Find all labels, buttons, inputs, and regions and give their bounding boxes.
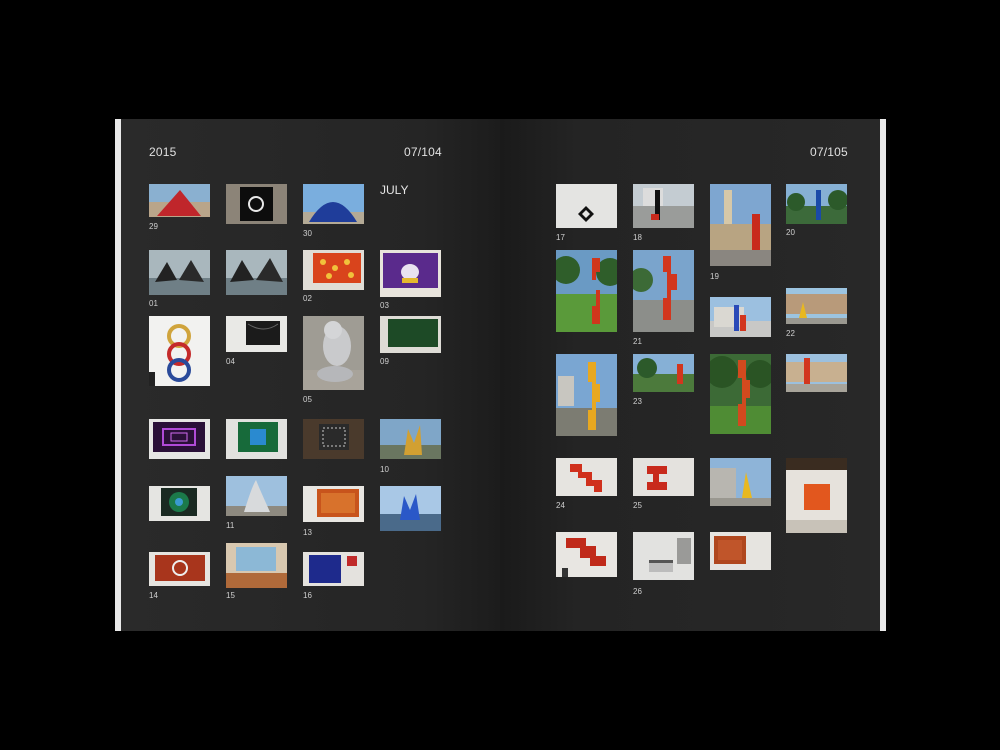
photo-thumbnail — [556, 458, 617, 496]
photo-thumbnail — [303, 250, 364, 290]
photo-thumbnail — [303, 552, 364, 586]
photo-thumbnail — [786, 288, 847, 324]
photo-thumbnail — [226, 316, 287, 352]
date-caption: 04 — [226, 357, 235, 366]
date-caption: 10 — [380, 465, 389, 474]
date-caption: 03 — [380, 301, 389, 310]
date-caption: 30 — [303, 229, 312, 238]
date-caption: 23 — [633, 397, 642, 406]
photo-thumbnail — [710, 532, 771, 570]
photo-thumbnail — [149, 552, 210, 586]
date-caption: 02 — [303, 294, 312, 303]
photo-thumbnail — [303, 419, 364, 459]
photo-thumbnail — [556, 184, 617, 228]
photo-thumbnail — [633, 354, 694, 392]
date-caption: 17 — [556, 233, 565, 242]
photo-thumbnail — [786, 354, 847, 392]
date-caption: 13 — [303, 528, 312, 537]
photo-thumbnail — [556, 354, 617, 436]
year-label: 2015 — [149, 145, 177, 159]
photo-thumbnail — [303, 184, 364, 224]
photo-thumbnail — [380, 486, 441, 531]
date-caption: 29 — [149, 222, 158, 231]
photo-thumbnail — [556, 532, 617, 577]
date-caption: 22 — [786, 329, 795, 338]
photo-thumbnail — [786, 184, 847, 224]
photo-thumbnail — [786, 458, 847, 533]
photo-thumbnail — [149, 316, 210, 386]
date-caption: 26 — [633, 587, 642, 596]
date-caption: 25 — [633, 501, 642, 510]
page-edge-right — [880, 119, 886, 631]
photo-thumbnail — [303, 316, 364, 390]
photo-thumbnail — [226, 184, 287, 224]
photo-thumbnail — [149, 250, 210, 295]
photo-thumbnail — [226, 476, 287, 516]
photo-thumbnail — [710, 297, 771, 337]
photo-thumbnail — [226, 419, 287, 459]
photo-thumbnail — [633, 184, 694, 228]
date-caption: 15 — [226, 591, 235, 600]
photo-thumbnail — [710, 354, 771, 434]
date-caption: 09 — [380, 357, 389, 366]
photo-thumbnail — [633, 532, 694, 580]
photo-thumbnail — [710, 184, 771, 266]
photo-thumbnail — [380, 419, 441, 459]
left-page-number: 07/104 — [404, 145, 442, 159]
month-label: JULY — [380, 183, 409, 197]
date-caption: 01 — [149, 299, 158, 308]
date-caption: 20 — [786, 228, 795, 237]
photo-thumbnail — [303, 486, 364, 522]
date-caption: 19 — [710, 272, 719, 281]
photo-thumbnail — [226, 250, 287, 295]
date-caption: 24 — [556, 501, 565, 510]
photo-thumbnail — [149, 486, 210, 521]
page-edge-left — [115, 119, 121, 631]
photo-thumbnail — [633, 458, 694, 496]
date-caption: 14 — [149, 591, 158, 600]
photo-thumbnail — [633, 250, 694, 332]
photo-thumbnail — [149, 184, 210, 217]
date-caption: 05 — [303, 395, 312, 404]
photo-thumbnail — [710, 458, 771, 506]
date-caption: 16 — [303, 591, 312, 600]
photo-thumbnail — [149, 419, 210, 459]
date-caption: 21 — [633, 337, 642, 346]
photo-thumbnail — [556, 250, 617, 332]
date-caption: 11 — [226, 521, 235, 530]
photo-thumbnail — [226, 543, 287, 588]
photo-thumbnail — [380, 250, 441, 297]
photo-thumbnail — [380, 316, 441, 353]
date-caption: 18 — [633, 233, 642, 242]
right-page-number: 07/105 — [810, 145, 848, 159]
